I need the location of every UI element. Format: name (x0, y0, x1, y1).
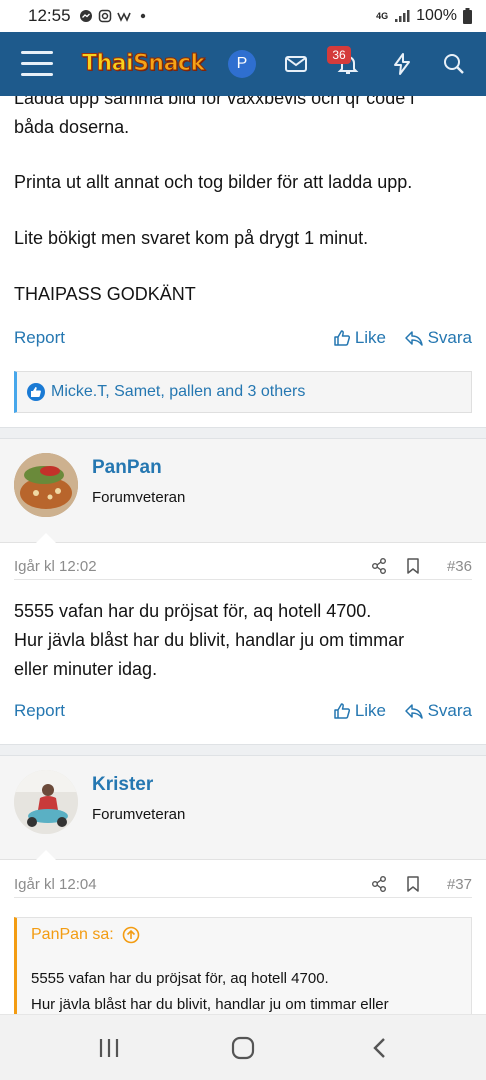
signal-icon (395, 10, 410, 22)
post-date[interactable]: Igår kl 12:04 (14, 876, 97, 893)
reactions-bar[interactable]: Micke.T, Samet, pallen and 3 others (14, 371, 472, 413)
lightning-icon[interactable] (390, 52, 414, 76)
reply-icon (404, 331, 423, 346)
quote-author: PanPan sa: (31, 926, 114, 943)
post-date[interactable]: Igår kl 12:02 (14, 558, 97, 575)
post-line: THAIPASS GODKÄNT (14, 284, 196, 304)
status-right: 4G 100% (376, 7, 472, 25)
post-actions: Report Like Svara (14, 328, 472, 354)
search-icon[interactable] (442, 52, 466, 76)
reply-button[interactable]: Svara (404, 328, 472, 348)
thread-content: Ladda upp samma bild för vaxxbevis och q… (0, 96, 486, 1014)
bookmark-icon[interactable] (404, 557, 422, 575)
post-meta: Igår kl 12:02 #36 (14, 552, 472, 580)
quote-header[interactable]: PanPan sa: (31, 926, 140, 944)
username-link[interactable]: Krister (92, 774, 153, 796)
reactions-text: Micke.T, Samet, pallen and 3 others (51, 383, 306, 400)
app-header: ThaiSnack P 36 (0, 32, 486, 96)
battery-icon (463, 8, 472, 24)
thumbs-up-icon (334, 703, 350, 719)
post-user-block: PanPan Forumveteran (0, 439, 486, 543)
share-icon[interactable] (370, 557, 388, 575)
like-button[interactable]: Like (333, 328, 386, 348)
status-notification-icons (79, 9, 150, 23)
post-actions: Report Like Svara (14, 701, 472, 727)
network-label: 4G (376, 11, 389, 21)
post-line: Printa ut allt annat och tog bilder för … (14, 172, 413, 192)
status-time: 12:55 (28, 6, 71, 25)
post-meta: Igår kl 12:04 #37 (14, 870, 472, 898)
like-reaction-icon (27, 383, 45, 401)
menu-icon[interactable] (21, 51, 53, 77)
bookmark-icon[interactable] (404, 875, 422, 893)
quote-body: 5555 vafan har du pröjsat för, aq hotell… (31, 966, 459, 1014)
inbox-icon[interactable] (284, 52, 308, 76)
site-logo[interactable]: ThaiSnack (76, 48, 211, 80)
username-link[interactable]: PanPan (92, 457, 162, 479)
post-line: Ladda upp samma bild för vaxxbevis och q… (14, 96, 415, 108)
thumbs-up-icon (334, 330, 350, 346)
post-separator (0, 427, 486, 439)
quote-line: 5555 vafan har du pröjsat för, aq hotell… (31, 970, 329, 987)
more-dot-icon (140, 13, 145, 19)
like-label: Like (354, 328, 386, 347)
w-app-icon (116, 12, 131, 22)
post-number[interactable]: #37 (447, 876, 472, 893)
avatar-notch (36, 850, 56, 860)
post-user-block: Krister Forumveteran (0, 756, 486, 860)
reply-label: Svara (427, 328, 472, 347)
reply-label: Svara (427, 701, 472, 720)
arrow-up-circle-icon[interactable] (122, 926, 140, 944)
post-line: båda doserna. (14, 117, 130, 137)
status-bar: 12:55 4G 100% (0, 0, 486, 32)
messenger-icon (79, 10, 92, 22)
home-icon[interactable] (230, 1035, 256, 1061)
report-link[interactable]: Report (14, 328, 65, 348)
post-line: Hur jävla blåst har du blivit, handlar j… (14, 630, 405, 650)
post-body: 5555 vafan har du pröjsat för, aq hotell… (14, 597, 480, 684)
notification-badge: 36 (327, 46, 351, 64)
back-icon[interactable] (368, 1035, 394, 1061)
post-line: eller minuter idag. (14, 659, 158, 679)
user-avatar-button[interactable]: P (228, 50, 256, 78)
system-nav-bar (0, 1014, 486, 1080)
post-number[interactable]: #36 (447, 558, 472, 575)
like-button[interactable]: Like (333, 701, 386, 721)
share-icon[interactable] (370, 875, 388, 893)
post-line: Lite bökigt men svaret kom på drygt 1 mi… (14, 228, 369, 248)
battery-label: 100% (416, 7, 457, 24)
report-link[interactable]: Report (14, 701, 65, 721)
reply-button[interactable]: Svara (404, 701, 472, 721)
avatar-notch (36, 533, 56, 543)
post-body: Ladda upp samma bild för vaxxbevis och q… (14, 96, 480, 142)
avatar[interactable] (14, 453, 78, 517)
quote-block: PanPan sa: 5555 vafan har du pröjsat för… (14, 917, 472, 1014)
quote-line: Hur jävla blåst har du blivit, handlar j… (31, 996, 389, 1013)
recent-apps-icon[interactable] (96, 1035, 122, 1061)
avatar[interactable] (14, 770, 78, 834)
reply-icon (404, 704, 423, 719)
post-line: 5555 vafan har du pröjsat för, aq hotell… (14, 601, 372, 621)
instagram-icon (98, 9, 111, 23)
post-separator (0, 744, 486, 756)
like-label: Like (354, 701, 386, 720)
user-title: Forumveteran (92, 806, 186, 823)
user-title: Forumveteran (92, 489, 186, 506)
